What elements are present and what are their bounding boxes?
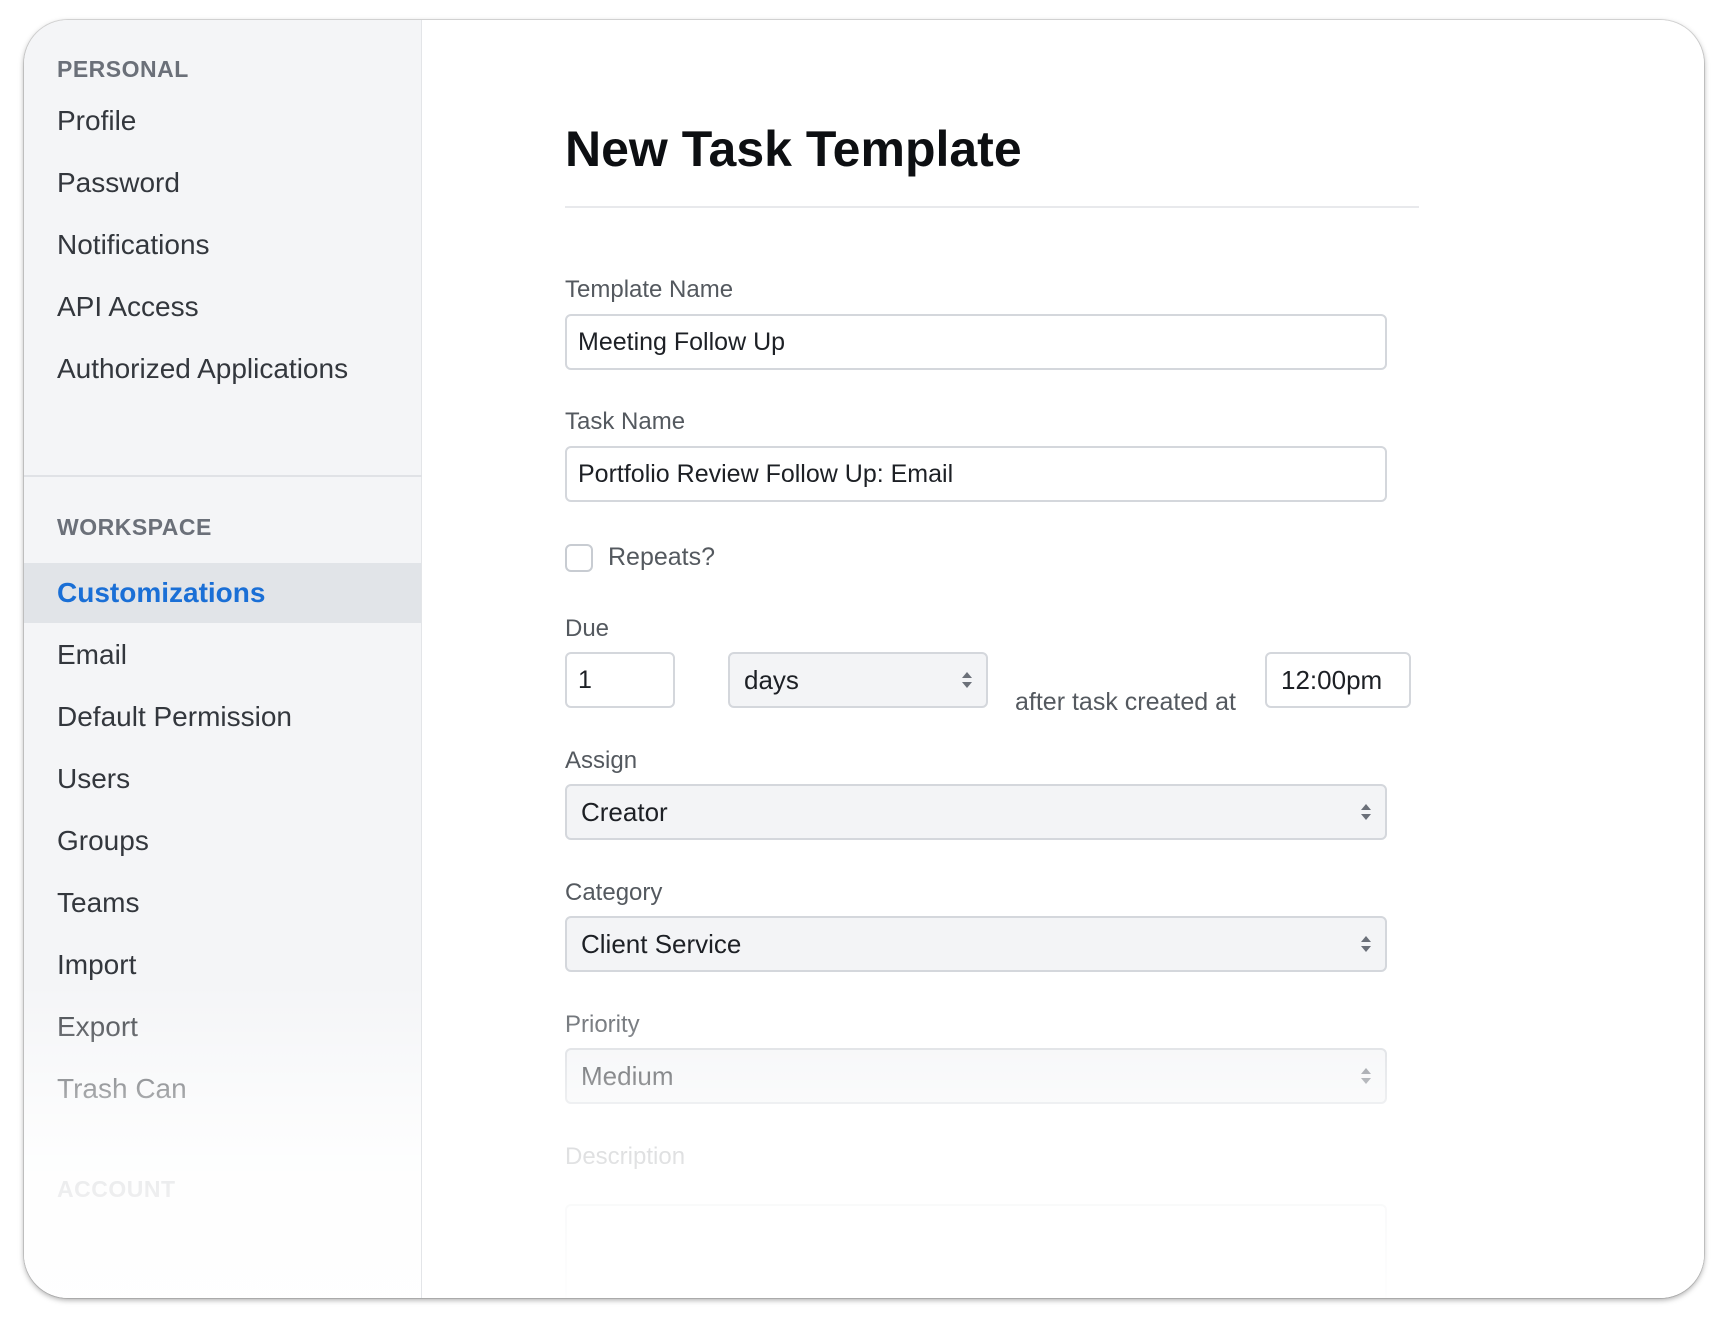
due-unit-value: days: [744, 664, 799, 695]
sidebar-item-email[interactable]: Email: [24, 625, 421, 685]
settings-window: PERSONAL Profile Password Notifications …: [24, 20, 1704, 1298]
priority-value: Medium: [581, 1060, 674, 1091]
title-divider: [565, 206, 1419, 208]
sidebar-item-groups[interactable]: Groups: [24, 811, 421, 871]
sidebar-item-users[interactable]: Users: [24, 749, 421, 809]
settings-sidebar: PERSONAL Profile Password Notifications …: [24, 20, 422, 1298]
personal-heading: PERSONAL: [57, 56, 189, 82]
sidebar-item-password[interactable]: Password: [24, 153, 421, 213]
repeats-checkbox[interactable]: [565, 544, 593, 572]
account-heading: ACCOUNT: [57, 1176, 176, 1202]
due-amount-input[interactable]: [565, 652, 675, 708]
sidebar-item-profile[interactable]: Profile: [24, 91, 421, 151]
category-value: Client Service: [581, 928, 742, 959]
assign-value: Creator: [581, 796, 668, 827]
priority-label: Priority: [565, 1011, 640, 1038]
sidebar-item-export[interactable]: Export: [24, 997, 421, 1057]
assign-label: Assign: [565, 747, 638, 774]
task-name-input[interactable]: [565, 446, 1387, 502]
template-name-label: Template Name: [565, 276, 734, 303]
assign-select[interactable]: Creator: [565, 784, 1387, 840]
due-time-input[interactable]: [1265, 652, 1411, 708]
task-name-label: Task Name: [565, 408, 686, 435]
due-label: Due: [565, 615, 610, 642]
task-template-form: New Task Template Template Name Task Nam…: [422, 20, 1704, 1298]
sidebar-item-default-permission[interactable]: Default Permission: [24, 687, 421, 747]
sidebar-item-authorized-applications[interactable]: Authorized Applications: [24, 339, 421, 399]
sidebar-divider: [24, 475, 422, 477]
sidebar-item-customizations[interactable]: Customizations: [24, 563, 421, 623]
category-select[interactable]: Client Service: [565, 916, 1387, 972]
up-down-chevron-icon: [1361, 804, 1371, 820]
template-name-input[interactable]: [565, 314, 1387, 370]
sidebar-item-import[interactable]: Import: [24, 935, 421, 995]
up-down-chevron-icon: [1361, 1068, 1371, 1084]
category-label: Category: [565, 879, 663, 906]
sidebar-item-teams[interactable]: Teams: [24, 873, 421, 933]
page-title: New Task Template: [565, 121, 1022, 177]
description-label: Description: [565, 1143, 686, 1170]
up-down-chevron-icon: [1361, 936, 1371, 952]
due-connector-text: after task created at: [1015, 688, 1236, 716]
up-down-chevron-icon: [962, 672, 972, 688]
sidebar-item-notifications[interactable]: Notifications: [24, 215, 421, 275]
priority-select[interactable]: Medium: [565, 1048, 1387, 1104]
repeats-label: Repeats?: [608, 543, 716, 571]
sidebar-item-api-access[interactable]: API Access: [24, 277, 421, 337]
workspace-heading: WORKSPACE: [57, 514, 212, 540]
sidebar-item-trash-can[interactable]: Trash Can: [24, 1059, 421, 1119]
description-textarea[interactable]: [565, 1204, 1387, 1298]
due-unit-select[interactable]: days: [728, 652, 988, 708]
